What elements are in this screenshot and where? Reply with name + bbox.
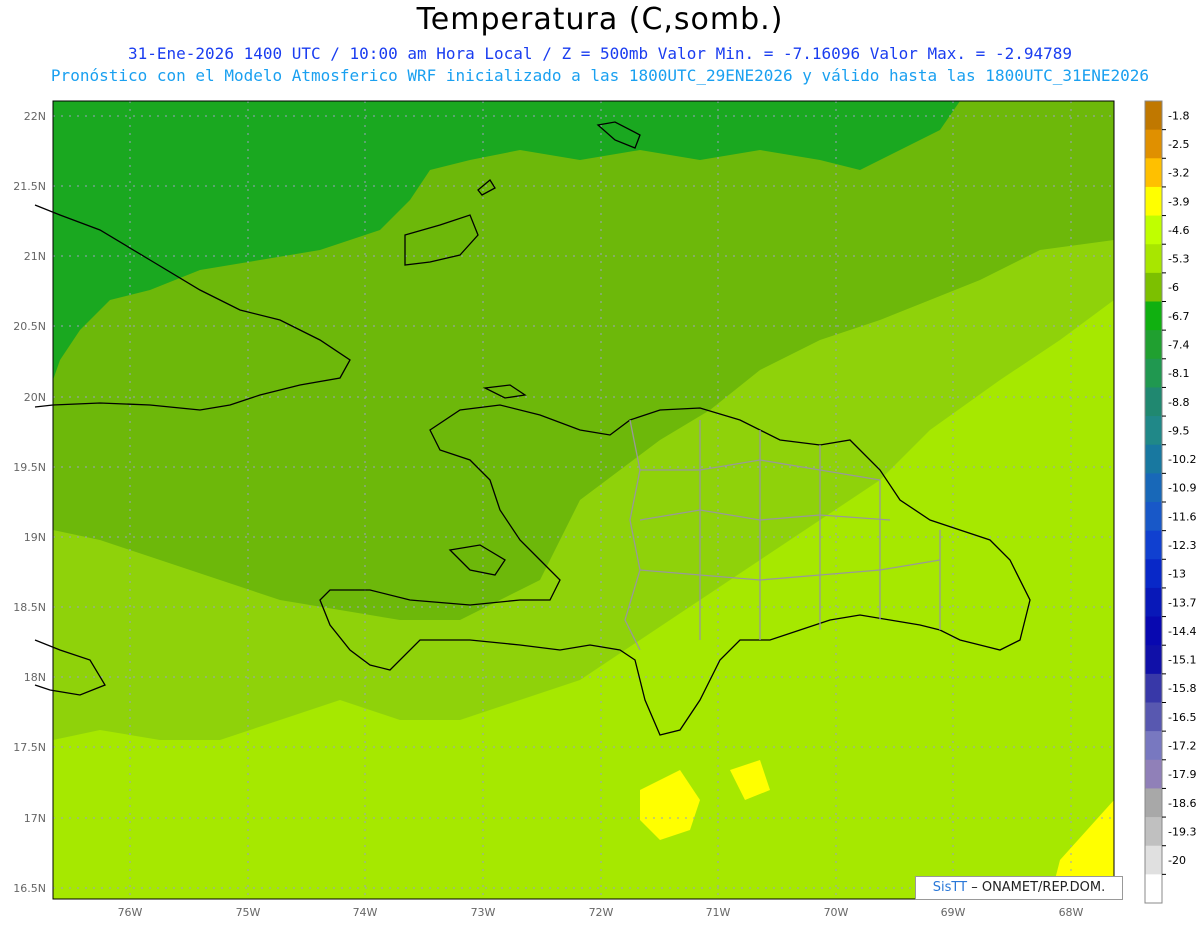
lon-label: 70W: [824, 906, 849, 919]
colorbar-swatch: [1145, 444, 1162, 474]
colorbar-label: -8.1: [1168, 367, 1189, 380]
colorbar-swatch: [1145, 788, 1162, 818]
colorbar-swatch: [1145, 416, 1162, 446]
colorbar-label: -3.2: [1168, 167, 1189, 180]
lat-label: 19.5N: [13, 461, 46, 474]
colorbar-label: -2.5: [1168, 138, 1189, 151]
colorbar-swatch: [1145, 473, 1162, 503]
lat-label: 21N: [24, 250, 46, 263]
colorbar-label: -12.3: [1168, 539, 1196, 552]
colorbar-label: -14.4: [1168, 625, 1196, 638]
latitude-labels: 22N 21.5N 21N 20.5N 20N 19.5N 19N 18.5N …: [13, 110, 46, 895]
lat-label: 22N: [24, 110, 46, 123]
lon-label: 72W: [589, 906, 614, 919]
colorbar-label: -18.6: [1168, 797, 1196, 810]
colorbar-swatch: [1145, 215, 1162, 245]
colorbar-swatch: [1145, 101, 1162, 131]
temperature-field: [53, 101, 1114, 899]
colorbar-swatch: [1145, 702, 1162, 732]
colorbar-label: -3.9: [1168, 195, 1189, 208]
lat-label: 17.5N: [13, 741, 46, 754]
colorbar-swatch: [1145, 673, 1162, 703]
colorbar-swatch: [1145, 645, 1162, 675]
colorbar-swatch: [1145, 330, 1162, 360]
lat-label: 20.5N: [13, 320, 46, 333]
colorbar-label: -11.6: [1168, 510, 1196, 523]
colorbar-swatch: [1145, 186, 1162, 217]
colorbar-swatch: [1145, 759, 1162, 789]
longitude-labels: 76W 75W 74W 73W 72W 71W 70W 69W 68W: [118, 906, 1084, 919]
lon-label: 75W: [236, 906, 261, 919]
colorbar-swatch: [1145, 272, 1162, 302]
colorbar-swatch: [1145, 387, 1162, 417]
colorbar-label: -15.8: [1168, 682, 1196, 695]
colorbar: -1.8 -2.5 -3.2 -3.9 -4.6 -5.3 -6 -6.7 -7.4 -8.1 -8…: [1144, 100, 1196, 904]
credit-box: SisTT – ONAMET/REP.DOM.: [915, 876, 1123, 900]
sistt-logo: SisTT: [932, 880, 968, 895]
lat-label: 21.5N: [13, 180, 46, 193]
colorbar-label: -7.4: [1168, 338, 1189, 351]
colorbar-swatch: [1145, 731, 1162, 761]
colorbar-label: -10.2: [1168, 453, 1196, 466]
lon-label: 76W: [118, 906, 143, 919]
colorbar-swatch: [1145, 559, 1162, 589]
colorbar-swatch: [1145, 845, 1162, 875]
colorbar-label: -20: [1168, 854, 1186, 867]
colorbar-label: -1.8: [1168, 109, 1189, 122]
temperature-map: 22N 21.5N 21N 20.5N 20N 19.5N 19N 18.5N …: [13, 100, 1196, 919]
colorbar-label: -6: [1168, 281, 1179, 294]
colorbar-swatch: [1145, 817, 1162, 847]
colorbar-label: -10.9: [1168, 482, 1196, 495]
lat-label: 18.5N: [13, 601, 46, 614]
colorbar-swatch: [1145, 587, 1162, 618]
colorbar-swatch: [1145, 358, 1162, 388]
lat-label: 16.5N: [13, 882, 46, 895]
lat-label: 17N: [24, 812, 46, 825]
lat-label: 20N: [24, 391, 46, 404]
colorbar-label: -19.3: [1168, 825, 1196, 838]
colorbar-swatch: [1145, 129, 1162, 159]
lon-label: 73W: [471, 906, 496, 919]
colorbar-label: -5.3: [1168, 253, 1189, 266]
colorbar-label: -16.5: [1168, 711, 1196, 724]
colorbar-label: -17.2: [1168, 739, 1196, 752]
colorbar-label: -17.9: [1168, 768, 1196, 781]
colorbar-swatch: [1145, 502, 1162, 532]
lon-label: 74W: [353, 906, 378, 919]
lat-label: 18N: [24, 671, 46, 684]
colorbar-label: -4.6: [1168, 224, 1189, 237]
colorbar-label: -13: [1168, 568, 1186, 581]
colorbar-swatch: [1145, 530, 1162, 560]
colorbar-label: -6.7: [1168, 310, 1189, 323]
lon-label: 69W: [941, 906, 966, 919]
colorbar-swatch: [1145, 301, 1162, 331]
colorbar-swatch: [1145, 616, 1162, 646]
colorbar-swatch: [1145, 244, 1162, 274]
colorbar-swatch: [1145, 158, 1162, 188]
lat-label: 19N: [24, 531, 46, 544]
colorbar-label: -9.5: [1168, 424, 1189, 437]
colorbar-swatch: [1145, 874, 1162, 904]
credit-text: – ONAMET/REP.DOM.: [971, 880, 1106, 895]
colorbar-label: -15.1: [1168, 654, 1196, 667]
lon-label: 71W: [706, 906, 731, 919]
colorbar-label: -8.8: [1168, 396, 1189, 409]
colorbar-label: -13.7: [1168, 596, 1196, 609]
lon-label: 68W: [1059, 906, 1084, 919]
